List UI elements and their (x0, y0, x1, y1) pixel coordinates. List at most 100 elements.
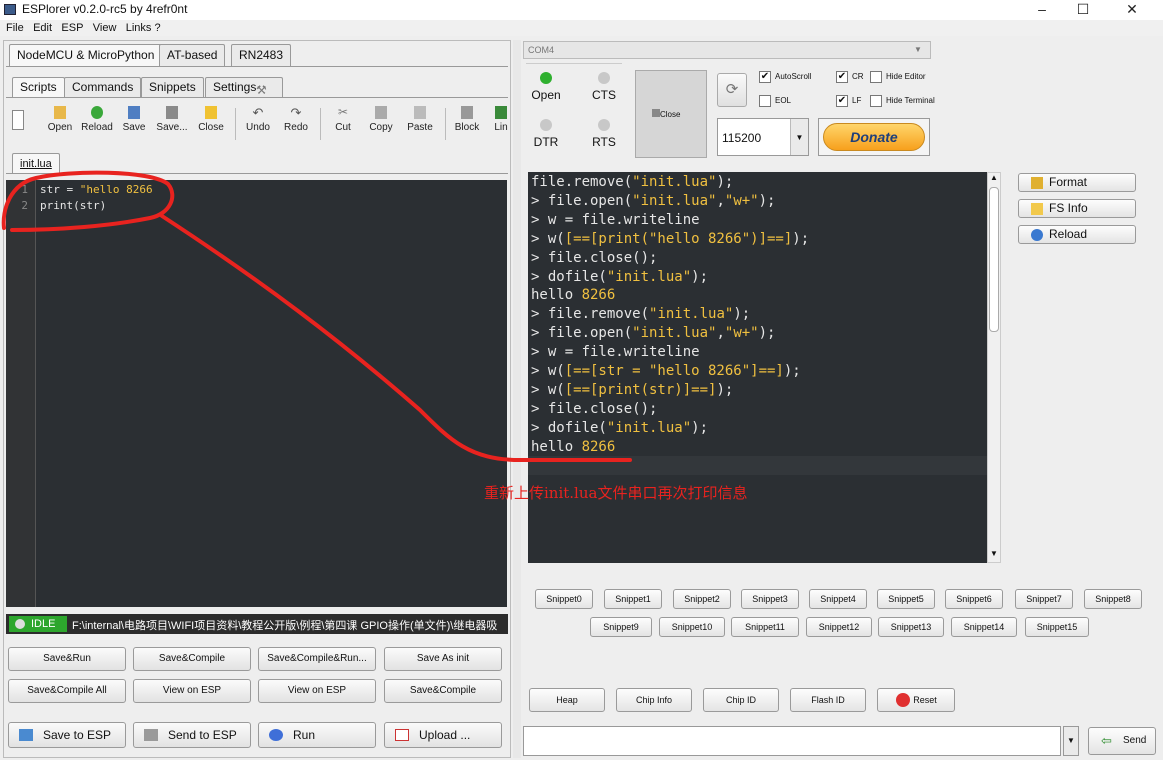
reload-label: Reload (81, 122, 113, 133)
new-file-icon[interactable] (12, 110, 24, 130)
terminal-scrollbar[interactable]: ▲ ▼ (987, 172, 1001, 563)
snippet-button[interactable]: Snippet12 (806, 617, 872, 637)
lf-label: LF (852, 96, 862, 105)
minimize-button[interactable]: – (1022, 0, 1062, 20)
snippet-button[interactable]: Snippet0 (535, 589, 593, 609)
autoscroll-checkbox[interactable]: ✔ AutoScroll (759, 71, 811, 83)
tab-snippets[interactable]: Snippets (141, 77, 204, 97)
reload-files-button[interactable]: Reload (1018, 225, 1136, 244)
run-button[interactable]: Run (258, 722, 376, 748)
fs-info-button[interactable]: FS Info (1018, 199, 1136, 218)
save-compile-run-button[interactable]: Save&Compile&Run... (258, 647, 376, 671)
snippet-button[interactable]: Snippet9 (590, 617, 652, 637)
donate-button-wrapper[interactable]: Donate (818, 118, 930, 156)
send-button[interactable]: ⇦ Send (1088, 727, 1156, 755)
close-port-button[interactable]: Close (635, 70, 707, 158)
open-button[interactable]: Open (46, 106, 74, 144)
menu-edit[interactable]: Edit (33, 22, 52, 34)
chip-info-button[interactable]: Chip Info (616, 688, 692, 712)
snippet-button[interactable]: Snippet4 (809, 589, 867, 609)
rts-led-icon (598, 119, 610, 131)
rts-button[interactable]: RTS (586, 119, 622, 149)
upload-button[interactable]: Upload ... (384, 722, 502, 748)
save-as-button[interactable]: Save... (155, 106, 189, 144)
check-icon: ✔ (759, 71, 771, 83)
tab-settings[interactable]: Settings ⚒ (205, 77, 284, 97)
snippet-button[interactable]: Snippet11 (731, 617, 799, 637)
tab-commands[interactable]: Commands (64, 77, 142, 97)
chevron-down-icon[interactable]: ▼ (1063, 726, 1079, 756)
save-as-init-button[interactable]: Save As init (384, 647, 502, 671)
tab-nodemcu[interactable]: NodeMCU & MicroPython (9, 44, 163, 66)
tab-scripts[interactable]: Scripts (12, 77, 65, 97)
send-to-esp-button[interactable]: Send to ESP (133, 722, 251, 748)
save-to-esp-button[interactable]: Save to ESP (8, 722, 126, 748)
baud-rate-select[interactable]: 115200 ▼ (717, 118, 809, 156)
save-compile-button[interactable]: Save&Compile (133, 647, 251, 671)
flash-id-button[interactable]: Flash ID (790, 688, 866, 712)
command-input[interactable] (523, 726, 1061, 756)
open-label: Open (47, 122, 73, 133)
menu-view[interactable]: View (93, 22, 117, 34)
port-select[interactable]: COM4 ▼ (523, 41, 931, 59)
tab-at-based[interactable]: AT-based (159, 44, 226, 66)
snippet-button[interactable]: Snippet14 (951, 617, 1017, 637)
cut-button[interactable]: ✂ Cut (330, 106, 356, 144)
save-run-button[interactable]: Save&Run (8, 647, 126, 671)
snippet-button[interactable]: Snippet13 (878, 617, 944, 637)
check-icon: ✔ (836, 95, 848, 107)
refresh-ports-button[interactable]: ⟳ (717, 73, 747, 107)
undo-button[interactable]: ↶ Undo (244, 106, 272, 144)
save-compile-all-button[interactable]: Save&Compile All (8, 679, 126, 703)
close-button[interactable]: Close (197, 106, 225, 144)
snippet-button[interactable]: Snippet7 (1015, 589, 1073, 609)
save-as-icon (166, 106, 178, 119)
refresh-icon: ⟳ (725, 81, 739, 98)
checkbox-empty-icon (870, 71, 882, 83)
save-compile-button-2[interactable]: Save&Compile (384, 679, 502, 703)
snippet-button[interactable]: Snippet15 (1025, 617, 1089, 637)
hide-terminal-checkbox[interactable]: Hide Terminal (870, 95, 935, 107)
paste-label: Paste (407, 122, 433, 133)
snippet-button[interactable]: Snippet10 (659, 617, 725, 637)
redo-button[interactable]: ↷ Redo (282, 106, 310, 144)
hide-editor-checkbox[interactable]: Hide Editor (870, 71, 926, 83)
red-annotation-drawing (1, 170, 632, 462)
snippet-button[interactable]: Snippet8 (1084, 589, 1142, 609)
snippet-button[interactable]: Snippet2 (673, 589, 731, 609)
reset-button[interactable]: Reset (877, 688, 955, 712)
donate-button[interactable]: Donate (823, 123, 925, 151)
view-on-esp-button[interactable]: View on ESP (133, 679, 251, 703)
copy-button[interactable]: Copy (366, 106, 396, 144)
upload-label: Upload ... (419, 728, 471, 742)
scrollbar-thumb[interactable] (989, 187, 999, 332)
save-label: Save (122, 122, 146, 133)
block-button[interactable]: Block (453, 106, 481, 144)
line-button[interactable]: Lin (494, 106, 508, 144)
menu-file[interactable]: File (6, 22, 24, 34)
snippet-button[interactable]: Snippet3 (741, 589, 799, 609)
scroll-up-icon[interactable]: ▲ (990, 173, 998, 182)
eol-checkbox[interactable]: EOL (759, 95, 791, 107)
view-on-esp-button-2[interactable]: View on ESP (258, 679, 376, 703)
terminal-text: "init.lua" (632, 192, 717, 209)
menu-esp[interactable]: ESP (61, 22, 83, 34)
reload-button[interactable]: Reload (80, 106, 114, 144)
maximize-button[interactable]: ☐ (1063, 0, 1103, 20)
tab-rn2483[interactable]: RN2483 (231, 44, 292, 66)
chip-id-button[interactable]: Chip ID (703, 688, 779, 712)
cr-checkbox[interactable]: ✔ CR (836, 71, 864, 83)
snippet-button[interactable]: Snippet1 (604, 589, 662, 609)
scroll-down-icon[interactable]: ▼ (990, 549, 998, 558)
close-window-button[interactable]: ✕ (1112, 0, 1152, 20)
save-button[interactable]: Save (121, 106, 147, 144)
lf-checkbox[interactable]: ✔ LF (836, 95, 861, 107)
snippet-button[interactable]: Snippet6 (945, 589, 1003, 609)
snippet-button[interactable]: Snippet5 (877, 589, 935, 609)
open-port-button[interactable]: Open (528, 72, 564, 102)
heap-button[interactable]: Heap (529, 688, 605, 712)
menu-links[interactable]: Links ? (126, 22, 161, 34)
dtr-button[interactable]: DTR (528, 119, 564, 149)
paste-button[interactable]: Paste (405, 106, 435, 144)
format-button[interactable]: Format (1018, 173, 1136, 192)
